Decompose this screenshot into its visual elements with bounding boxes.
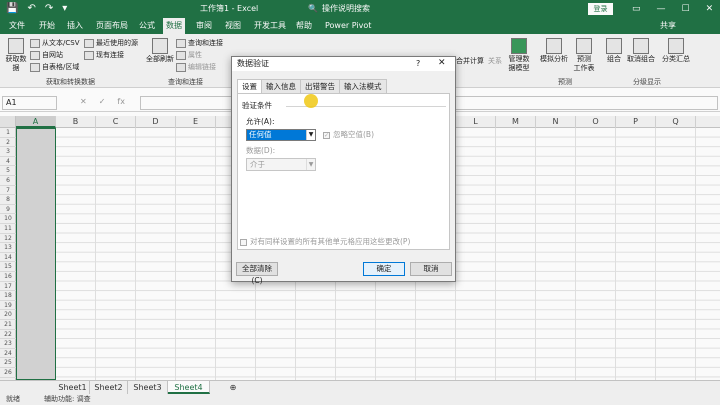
- allow-selected-value: 任何值: [247, 130, 307, 140]
- chevron-down-icon[interactable]: ▼: [306, 159, 315, 170]
- ignore-blank-label: 忽略空值(B): [333, 130, 374, 139]
- tab-settings[interactable]: 设置: [237, 79, 262, 94]
- checkbox-icon: ✓: [323, 131, 330, 139]
- criteria-title: 验证条件: [242, 101, 272, 110]
- close-icon[interactable]: ✕: [438, 58, 446, 69]
- data-selected-value: 介于: [250, 160, 265, 169]
- allow-dropdown[interactable]: 任何值 ▼: [246, 129, 316, 141]
- apply-all-label: 对有同样设置的所有其他单元格应用这些更改(P): [250, 237, 411, 246]
- settings-panel: 验证条件 允许(A): 任何值 ▼ ✓ 忽略空值(B) 数据(D): 介于 ▼ …: [237, 93, 450, 250]
- excel-window: 💾 ↶ ↷ ▾ 工作簿1 - Excel 🔍 操作说明搜索 登录 ▭ — ☐ ✕…: [0, 0, 720, 405]
- ignore-blank-checkbox[interactable]: ✓ 忽略空值(B): [323, 130, 374, 140]
- chevron-down-icon[interactable]: ▼: [306, 130, 315, 140]
- apply-all-checkbox[interactable]: 对有同样设置的所有其他单元格应用这些更改(P): [240, 237, 410, 247]
- ok-button[interactable]: 确定: [363, 262, 405, 276]
- checkbox-icon: [240, 238, 247, 246]
- clear-all-button[interactable]: 全部清除(C): [236, 262, 278, 285]
- dialog-title-bar: 数据验证 ? ✕: [232, 57, 455, 71]
- data-label: 数据(D):: [246, 146, 276, 155]
- tab-ime-mode[interactable]: 输入法模式: [339, 79, 387, 93]
- dialog-tabs: 设置 输入信息 出错警告 输入法模式: [237, 79, 387, 94]
- cursor-highlight: [304, 94, 318, 108]
- data-validation-dialog: 数据验证 ? ✕ 设置 输入信息 出错警告 输入法模式 验证条件 允许(A): …: [231, 56, 456, 285]
- tab-error-alert[interactable]: 出错警告: [300, 79, 340, 93]
- allow-label: 允许(A):: [246, 117, 275, 126]
- help-icon[interactable]: ?: [416, 59, 420, 69]
- cancel-button[interactable]: 取消: [410, 262, 452, 276]
- data-dropdown[interactable]: 介于 ▼: [246, 158, 316, 171]
- tab-input-message[interactable]: 输入信息: [261, 79, 301, 93]
- dialog-title: 数据验证: [237, 59, 269, 68]
